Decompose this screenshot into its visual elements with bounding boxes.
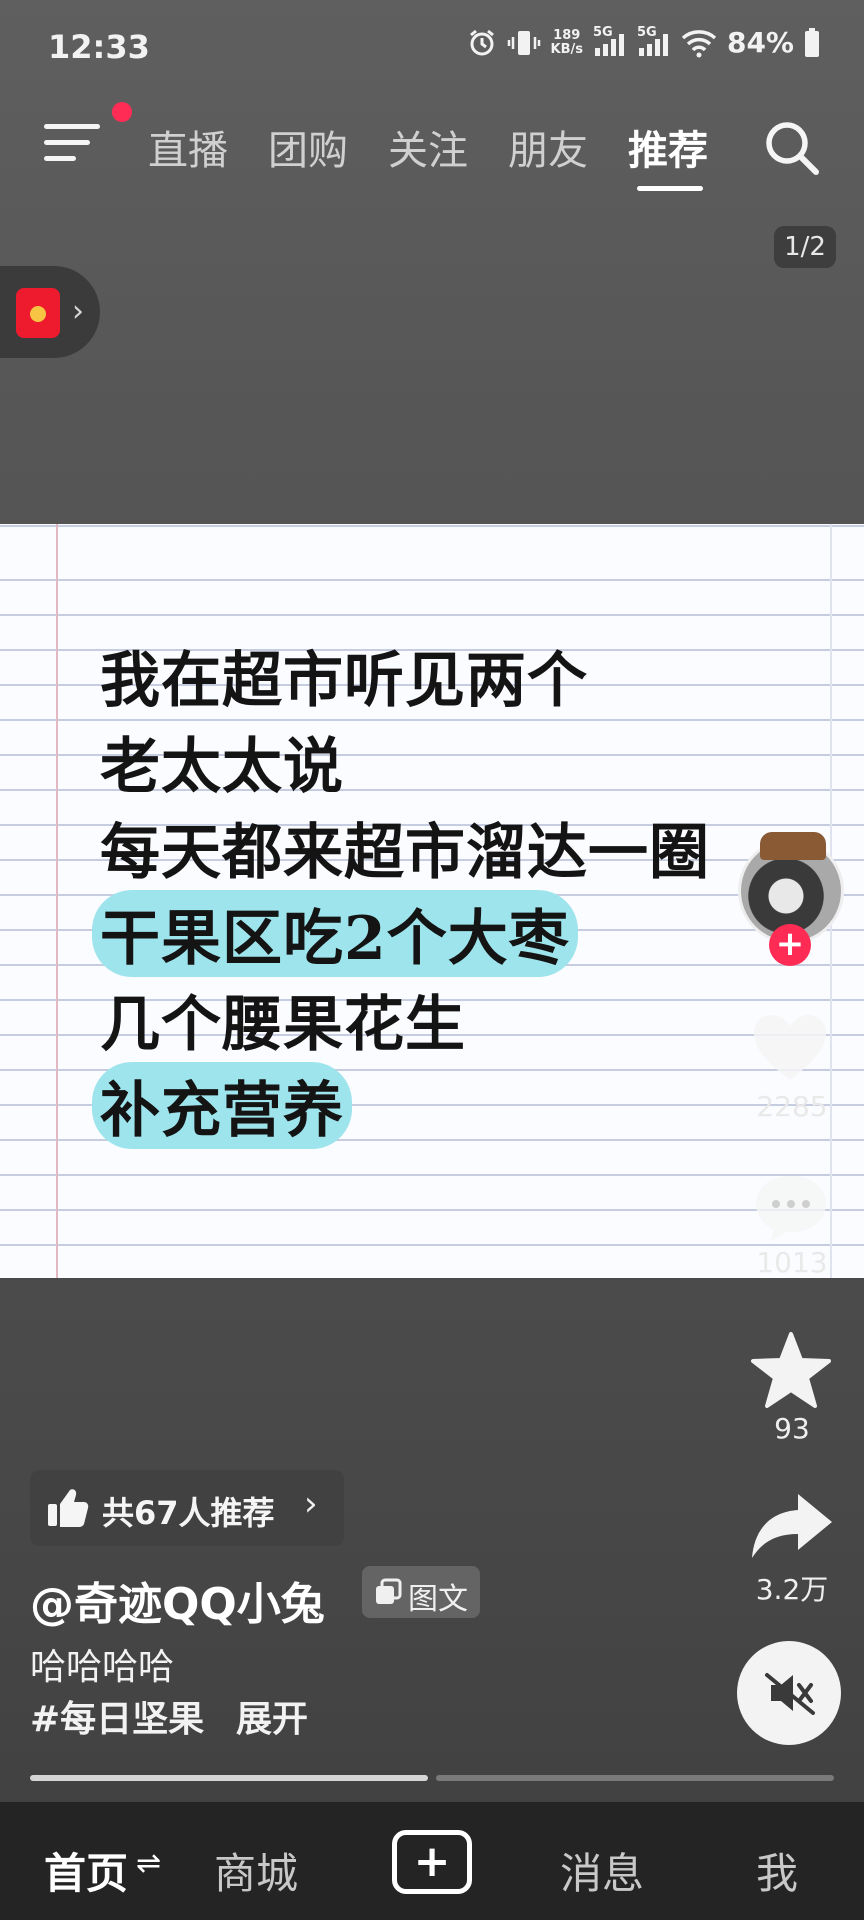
create-button[interactable]: + [392,1830,472,1894]
signal-1: 5G [593,25,627,58]
battery-icon [805,27,819,57]
page-indicator: 1/2 [774,226,836,268]
network-speed: 189 KB/s [550,27,583,57]
network-speed-value: 189 [553,27,581,43]
comment-count: 1013 [756,1246,828,1279]
image-post-icon [376,1578,402,1604]
note-line: 几个腰果花生 [100,990,466,1060]
nav-me[interactable]: 我 [756,1840,798,1901]
signal-bars-icon [594,33,624,56]
chevron-right-icon: › [72,294,84,329]
battery-percent: 84% [726,26,794,59]
note-line: 老太太说 [100,732,344,802]
share-count: 3.2万 [755,1573,829,1606]
avatar-hat [760,832,826,860]
recommend-text: 共67人推荐 [102,1494,275,1532]
image-progress-segment [436,1775,834,1781]
tab-group-buy[interactable]: 团购 [268,118,348,176]
notebook-margin-line [56,524,58,1278]
follow-button[interactable]: + [769,924,811,966]
thumbs-up-icon [48,1489,89,1527]
expand-link[interactable]: 展开 [236,1690,308,1742]
red-envelope-icon[interactable] [16,288,60,338]
status-icons: 189 KB/s 5G 5G 84% [467,25,821,59]
notification-dot [112,102,132,122]
status-time: 12:33 [48,28,150,66]
nav-mall[interactable]: 商城 [214,1840,298,1901]
wifi-icon [681,29,717,57]
tab-indicator [637,186,703,191]
share-icon[interactable] [748,1490,834,1562]
vibrate-icon [507,30,540,55]
note-line-highlighted: 补充营养 [92,1062,352,1149]
mute-button[interactable] [737,1641,841,1745]
signal-2: 5G [637,25,671,58]
chevron-right-icon: › [304,1484,318,1524]
post-image[interactable]: 我在超市听见两个 老太太说 每天都来超市溜达一圈 干果区吃2个大枣 几个腰果花生… [0,524,864,1278]
search-icon[interactable] [762,118,822,178]
plus-icon: + [413,1836,451,1887]
note-line: 我在超市听见两个 [100,646,588,716]
image-progress-segment-active [30,1775,428,1781]
nav-home[interactable]: 首页 [44,1840,128,1901]
tab-following[interactable]: 关注 [388,118,468,176]
menu-icon[interactable] [44,120,100,168]
author-name[interactable]: @奇迹QQ小兔 [30,1568,325,1632]
hashtag-link[interactable]: #每日坚果 [30,1690,204,1742]
tab-friends[interactable]: 朋友 [508,118,588,176]
post-type-label: 图文 [408,1582,468,1617]
star-icon[interactable] [748,1330,834,1410]
nav-messages[interactable]: 消息 [560,1840,644,1901]
heart-icon[interactable] [750,1012,830,1084]
speaker-muted-icon [765,1673,815,1715]
like-count: 2285 [756,1090,828,1123]
favorite-count: 93 [774,1412,810,1445]
tab-live[interactable]: 直播 [148,118,228,176]
alarm-icon [469,29,494,55]
post-caption: 哈哈哈哈 [30,1647,175,1688]
note-line-highlighted: 干果区吃2个大枣 [92,890,578,977]
comment-icon[interactable] [752,1172,830,1244]
signal-bars-icon [638,33,668,56]
note-line: 每天都来超市溜达一圈 [100,818,710,888]
tab-recommended[interactable]: 推荐 [628,118,708,176]
network-speed-unit: KB/s [550,41,583,57]
switch-icon[interactable]: ⇌ [136,1846,161,1881]
